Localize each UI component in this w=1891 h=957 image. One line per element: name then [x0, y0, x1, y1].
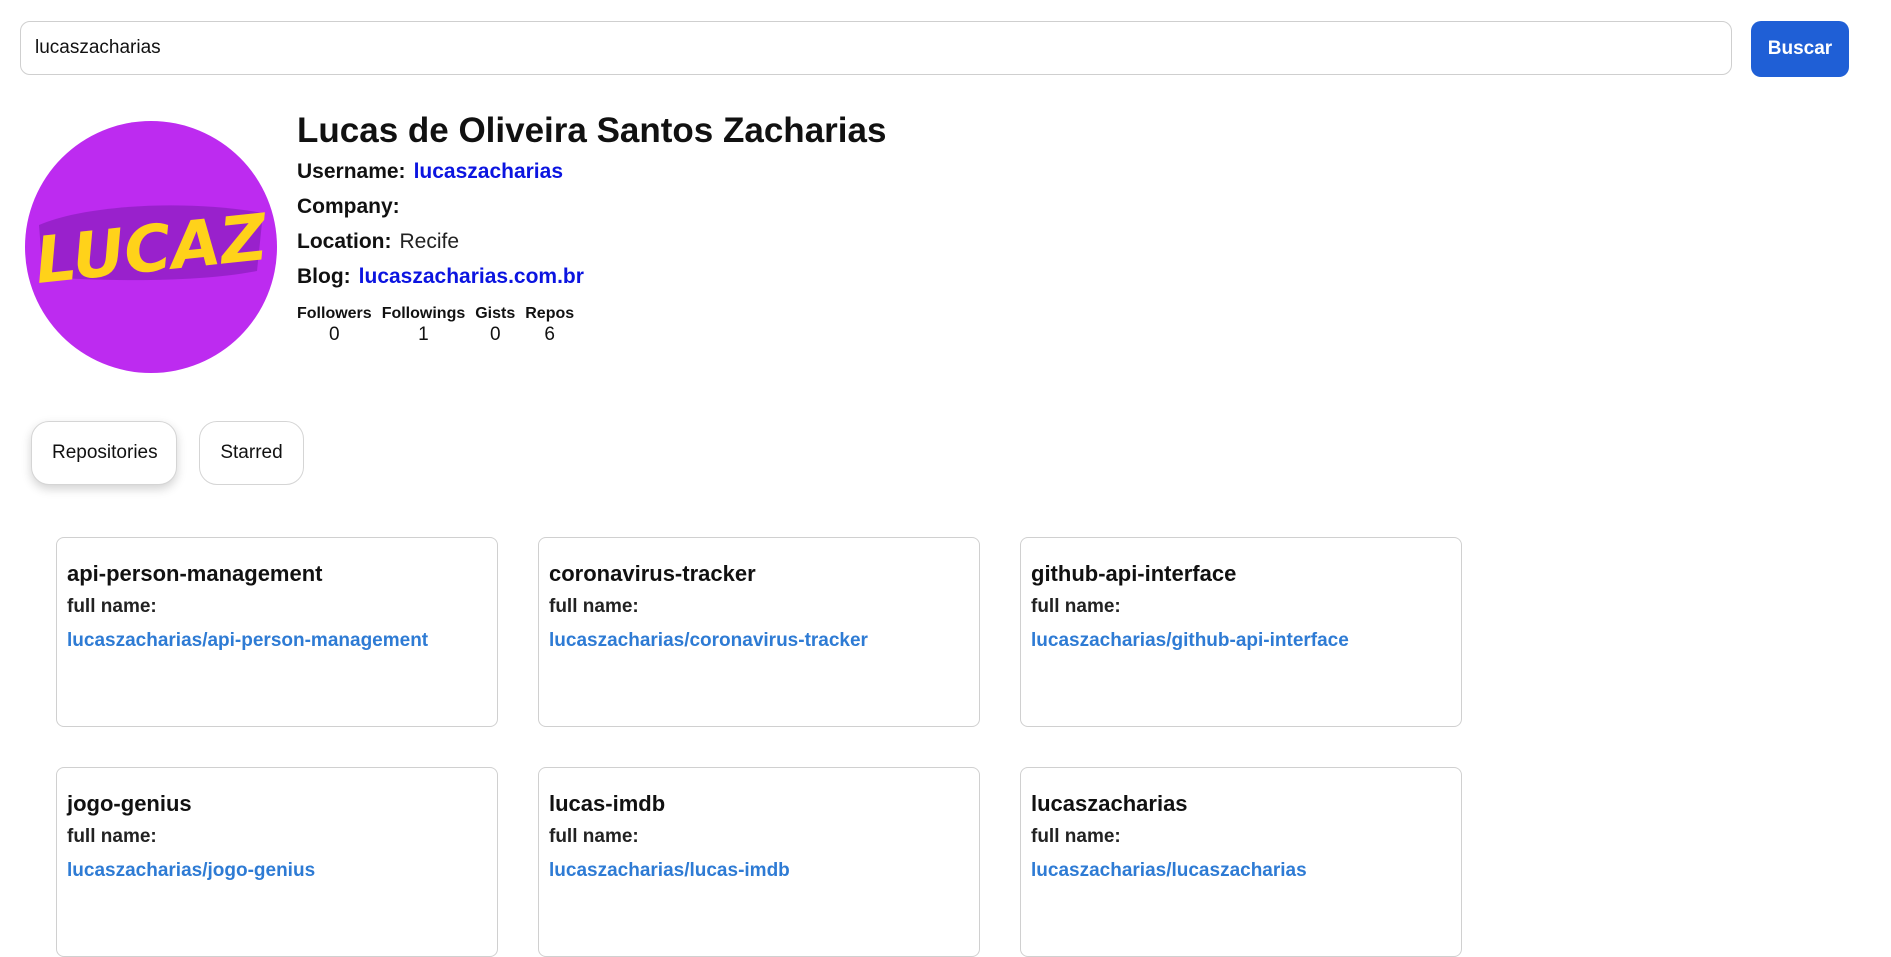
- repo-full-name-label: full name:: [1031, 596, 1121, 617]
- repo-link[interactable]: lucaszacharias/lucaszacharias: [1031, 860, 1307, 881]
- stat-followings: Followings 1: [382, 304, 466, 346]
- stat-label: Gists: [475, 305, 516, 322]
- repo-card: github-api-interface full name: lucaszac…: [1020, 537, 1462, 727]
- repo-link[interactable]: lucaszacharias/lucas-imdb: [549, 860, 790, 881]
- username-label: Username:: [297, 160, 406, 183]
- repo-card: jogo-genius full name: lucaszacharias/jo…: [56, 767, 498, 957]
- repo-full-name-label: full name:: [549, 826, 639, 847]
- tab-starred[interactable]: Starred: [199, 421, 304, 485]
- repo-full-name-label: full name:: [1031, 826, 1121, 847]
- avatar-logo: LUCAZ: [32, 201, 272, 299]
- repo-grid: api-person-management full name: lucasza…: [56, 537, 1462, 957]
- repo-name: api-person-management: [67, 561, 323, 586]
- repo-link[interactable]: lucaszacharias/api-person-management: [67, 630, 428, 651]
- tab-bar: Repositories Starred: [31, 421, 304, 485]
- location-row: Location: Recife: [297, 224, 886, 259]
- stat-label: Repos: [525, 305, 575, 322]
- avatar-text: LUCAZ: [32, 201, 272, 299]
- repo-link[interactable]: lucaszacharias/jogo-genius: [67, 860, 315, 881]
- username-link[interactable]: lucaszacharias: [414, 160, 563, 183]
- repo-name: coronavirus-tracker: [549, 561, 756, 586]
- avatar: LUCAZ: [25, 121, 277, 373]
- repo-name: lucas-imdb: [549, 791, 666, 816]
- stat-value: 0: [329, 324, 340, 345]
- search-button[interactable]: Buscar: [1751, 21, 1849, 77]
- search-input[interactable]: [20, 21, 1732, 75]
- stat-gists: Gists 0: [475, 304, 515, 346]
- location-value: Recife: [399, 230, 460, 253]
- profile-stats: Followers 0 Followings 1 Gists 0 Repos 6: [297, 304, 886, 346]
- repo-name: jogo-genius: [67, 791, 192, 816]
- repo-card: lucas-imdb full name: lucaszacharias/luc…: [538, 767, 980, 957]
- username-row: Username: lucaszacharias: [297, 154, 886, 189]
- repo-card: api-person-management full name: lucasza…: [56, 537, 498, 727]
- repo-card: lucaszacharias full name: lucaszacharias…: [1020, 767, 1462, 957]
- blog-link[interactable]: lucaszacharias.com.br: [359, 265, 584, 288]
- stat-value: 6: [544, 324, 555, 345]
- stat-label: Followers: [297, 305, 372, 322]
- blog-label: Blog:: [297, 265, 351, 288]
- blog-row: Blog: lucaszacharias.com.br: [297, 259, 886, 294]
- stat-followers: Followers 0: [297, 304, 372, 346]
- tab-repositories[interactable]: Repositories: [31, 421, 177, 485]
- company-label: Company:: [297, 195, 400, 218]
- search-bar: [20, 21, 1740, 77]
- repo-full-name-label: full name:: [67, 596, 157, 617]
- stat-label: Followings: [381, 305, 466, 322]
- profile-info: Lucas de Oliveira Santos Zacharias Usern…: [297, 108, 886, 346]
- repo-card: coronavirus-tracker full name: lucaszach…: [538, 537, 980, 727]
- repo-full-name-label: full name:: [67, 826, 157, 847]
- repo-link[interactable]: lucaszacharias/github-api-interface: [1031, 630, 1349, 651]
- repo-full-name-label: full name:: [549, 596, 639, 617]
- repo-link[interactable]: lucaszacharias/coronavirus-tracker: [549, 630, 868, 651]
- stat-repos: Repos 6: [525, 304, 574, 346]
- repo-name: lucaszacharias: [1031, 791, 1188, 816]
- profile-name: Lucas de Oliveira Santos Zacharias: [297, 111, 887, 150]
- location-label: Location:: [297, 230, 392, 253]
- repo-name: github-api-interface: [1031, 561, 1237, 586]
- stat-value: 1: [418, 324, 429, 345]
- stat-value: 0: [489, 324, 501, 345]
- company-row: Company:: [297, 189, 886, 224]
